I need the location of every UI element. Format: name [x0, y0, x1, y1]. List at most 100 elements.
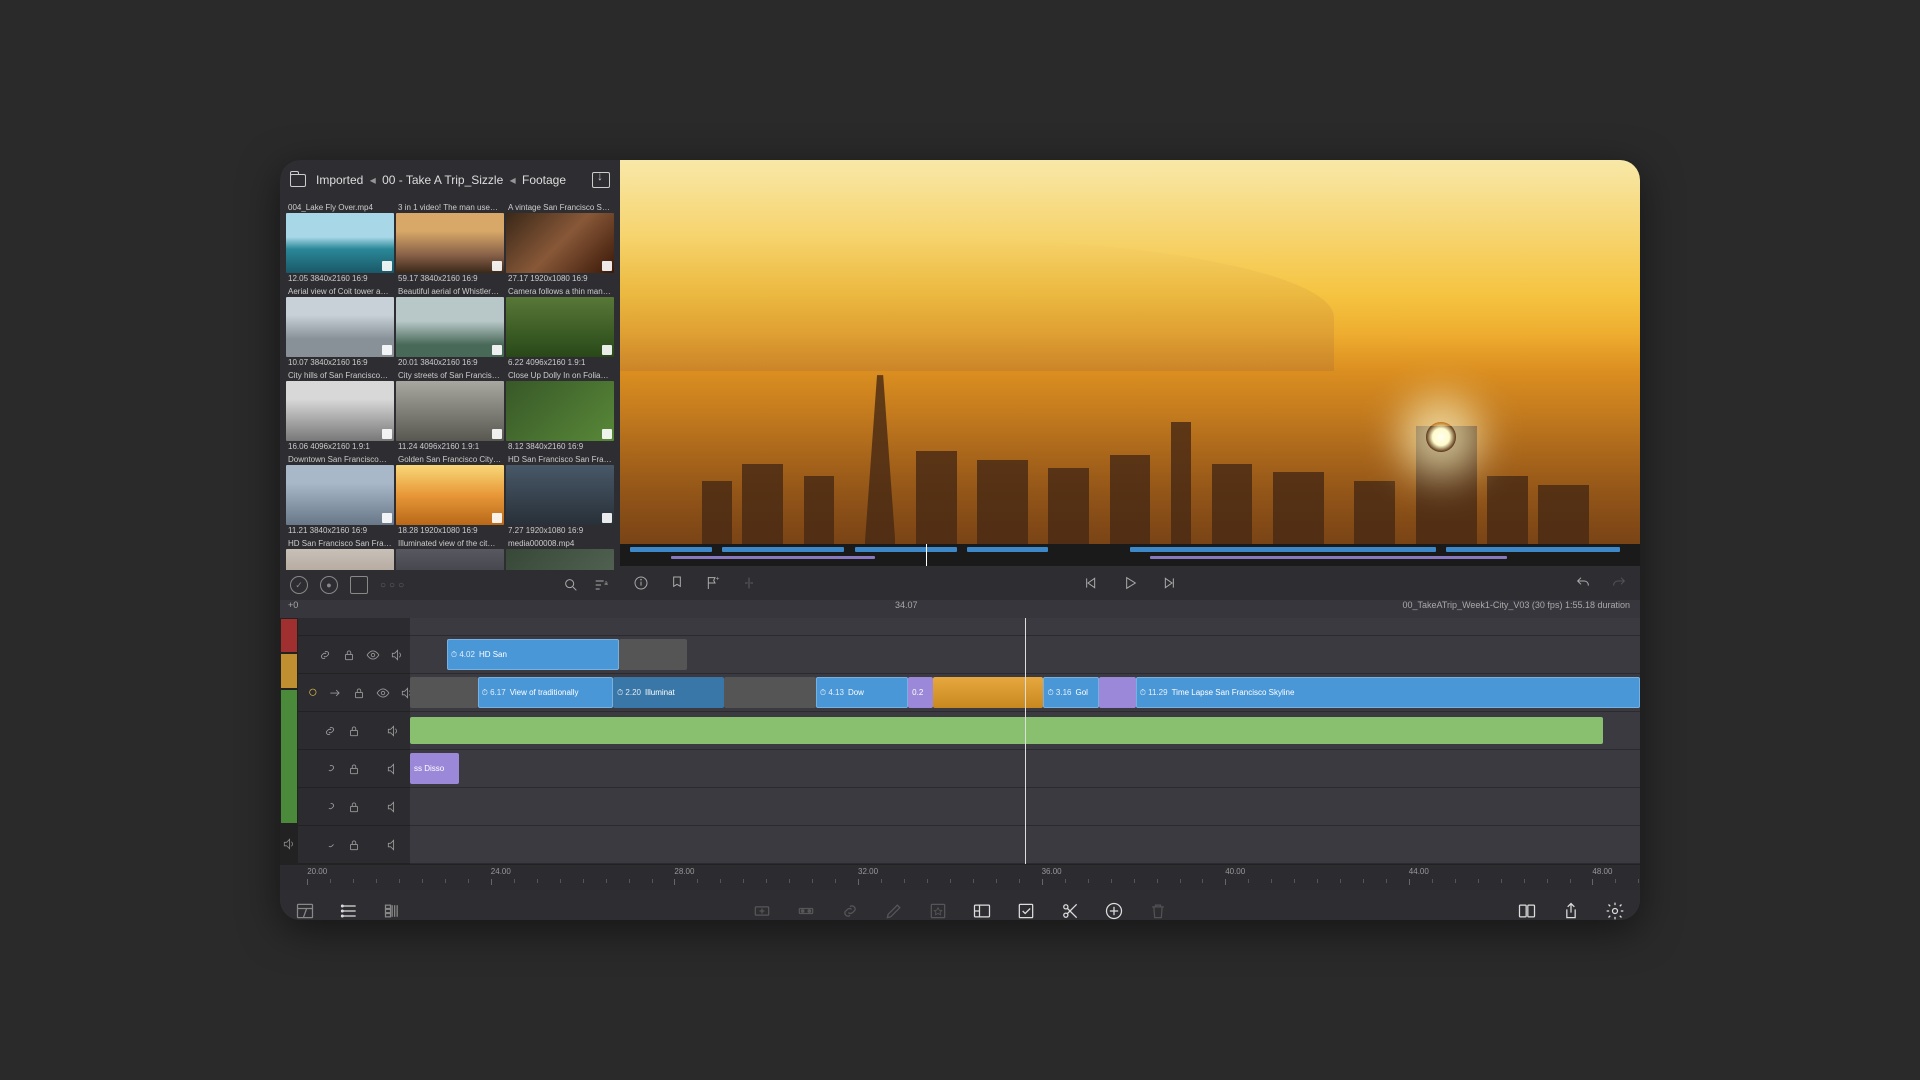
timeline-clip[interactable]: [410, 717, 1603, 744]
lock-icon[interactable]: [347, 724, 361, 738]
clip-thumbnail[interactable]: [286, 213, 394, 273]
arrow-icon[interactable]: [328, 686, 342, 700]
eye-icon[interactable]: [366, 648, 380, 662]
clip-thumbnail[interactable]: [506, 213, 614, 273]
clip-item[interactable]: HD San Francisco San Fra…7.27 1920x1080 …: [506, 454, 614, 536]
timeline-clip[interactable]: ⏱ 4.02HD San: [447, 639, 619, 670]
link-icon[interactable]: [318, 648, 332, 662]
clip-thumbnail[interactable]: [286, 465, 394, 525]
track-lanes[interactable]: ⏱ 4.02HD San ⏱ 6.17View of traditionally…: [410, 618, 1640, 864]
link-icon[interactable]: [323, 762, 337, 776]
clip-item[interactable]: HD San Francisco San Fra…: [286, 538, 394, 570]
timeline-clip[interactable]: ⏱ 3.16Gol: [1043, 677, 1098, 708]
clip-item[interactable]: Camera follows a thin man…6.22 4096x2160…: [506, 286, 614, 368]
speaker-icon[interactable]: [390, 648, 404, 662]
clip-thumbnail[interactable]: [286, 549, 394, 570]
clip-thumbnail[interactable]: [286, 381, 394, 441]
clip-item[interactable]: 004_Lake Fly Over.mp412.05 3840x2160 16:…: [286, 202, 394, 284]
clip-item[interactable]: Close Up Dolly In on Folia…8.12 3840x216…: [506, 370, 614, 452]
crumb-c[interactable]: Footage: [522, 173, 566, 187]
list-view-icon[interactable]: [338, 900, 360, 920]
timeline-clip[interactable]: [933, 677, 1044, 708]
share-icon[interactable]: [1560, 900, 1582, 920]
clip-thumbnail[interactable]: [396, 213, 504, 273]
prev-button[interactable]: [1081, 574, 1099, 592]
time-ruler[interactable]: 20.0024.0028.0032.0036.0040.0044.0048.00: [280, 864, 1640, 890]
clip-thumbnail[interactable]: [506, 381, 614, 441]
trash-icon[interactable]: [1147, 900, 1169, 920]
clip-thumbnail[interactable]: [396, 549, 504, 570]
info-icon[interactable]: [632, 574, 650, 592]
plus-circle-icon[interactable]: [1103, 900, 1125, 920]
star-box-icon[interactable]: [927, 900, 949, 920]
track-head-a1[interactable]: [298, 712, 410, 750]
track-head-v2[interactable]: [298, 636, 410, 674]
eye-icon[interactable]: [376, 686, 390, 700]
lock-icon[interactable]: [352, 686, 366, 700]
settings-gear-icon[interactable]: [1604, 900, 1626, 920]
playhead[interactable]: [1025, 618, 1026, 864]
link-tool-icon[interactable]: [839, 900, 861, 920]
timeline-clip[interactable]: 0.2: [908, 677, 933, 708]
record-circle-icon[interactable]: ●: [320, 576, 338, 594]
layout-icon[interactable]: [294, 900, 316, 920]
sort-icon[interactable]: a: [592, 576, 610, 594]
track-head-a2[interactable]: [298, 750, 410, 788]
clip-item[interactable]: Illuminated view of the cit…: [396, 538, 504, 570]
track-head-v1[interactable]: ○: [298, 674, 410, 712]
timeline-clip[interactable]: [619, 639, 687, 670]
clip-item[interactable]: 3 in 1 video! The man use…59.17 3840x216…: [396, 202, 504, 284]
clip-item[interactable]: Golden San Francisco City…18.28 1920x108…: [396, 454, 504, 536]
search-icon[interactable]: [562, 576, 580, 594]
more-dots-icon[interactable]: ○○○: [380, 580, 407, 591]
timeline-clip[interactable]: ss Disso: [410, 753, 459, 784]
speaker-icon[interactable]: [386, 724, 400, 738]
lock-icon[interactable]: [347, 762, 361, 776]
timeline-clip[interactable]: ⏱ 4.13Dow: [816, 677, 908, 708]
scissors-icon[interactable]: [1059, 900, 1081, 920]
track-head-5[interactable]: [298, 788, 410, 826]
clip-item[interactable]: Aerial view of Coit tower a…10.07 3840x2…: [286, 286, 394, 368]
redo-icon[interactable]: [1610, 574, 1628, 592]
clip-thumbnail[interactable]: [286, 297, 394, 357]
clip-item[interactable]: A vintage San Francisco S…27.17 1920x108…: [506, 202, 614, 284]
properties-icon[interactable]: [971, 900, 993, 920]
folder-icon[interactable]: [290, 174, 306, 187]
breadcrumb[interactable]: Imported ◂ 00 - Take A Trip_Sizzle ◂ Foo…: [316, 173, 582, 187]
timeline-clip[interactable]: [724, 677, 816, 708]
clip-item[interactable]: City hills of San Francisco…16.06 4096x2…: [286, 370, 394, 452]
pencil-icon[interactable]: [883, 900, 905, 920]
clip-thumbnail[interactable]: [396, 381, 504, 441]
clip-item[interactable]: media000008.mp4: [506, 538, 614, 570]
checkbox-icon[interactable]: [1015, 900, 1037, 920]
clip-thumbnail[interactable]: [396, 465, 504, 525]
stop-square-icon[interactable]: [350, 576, 368, 594]
marker-icon[interactable]: [668, 574, 686, 592]
next-button[interactable]: [1161, 574, 1179, 592]
timeline-clip[interactable]: ⏱ 6.17View of traditionally: [478, 677, 613, 708]
import-icon[interactable]: [592, 172, 610, 188]
clip-item[interactable]: City streets of San Francis…11.24 4096x2…: [396, 370, 504, 452]
timeline-clip[interactable]: [410, 677, 478, 708]
split-icon[interactable]: [740, 574, 758, 592]
preview-canvas[interactable]: [620, 160, 1640, 544]
clip-item[interactable]: Beautiful aerial of Whistler…20.01 3840x…: [396, 286, 504, 368]
zoom-indicator[interactable]: +0: [280, 600, 410, 618]
clip-thumbnail[interactable]: [506, 549, 614, 570]
speaker-icon[interactable]: [386, 762, 400, 776]
link-icon[interactable]: [323, 724, 337, 738]
panels-icon[interactable]: [1516, 900, 1538, 920]
clip-thumbnail[interactable]: [506, 297, 614, 357]
flag-add-icon[interactable]: +: [704, 574, 722, 592]
keyframe-icon[interactable]: [795, 900, 817, 920]
timeline-clip[interactable]: ⏱ 2.20Illuminat: [613, 677, 724, 708]
clip-thumbnail[interactable]: [396, 297, 504, 357]
add-clip-icon[interactable]: [751, 900, 773, 920]
timeline-clip[interactable]: [1099, 677, 1136, 708]
play-button[interactable]: [1121, 574, 1139, 592]
crumb-a[interactable]: Imported: [316, 173, 363, 187]
track-head-6[interactable]: [298, 826, 410, 864]
undo-icon[interactable]: [1574, 574, 1592, 592]
clip-thumbnail[interactable]: [506, 465, 614, 525]
mini-timeline[interactable]: [620, 544, 1640, 566]
